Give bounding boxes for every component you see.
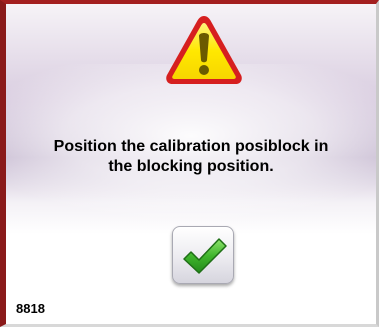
check-icon (183, 238, 227, 274)
confirm-button[interactable] (172, 226, 234, 284)
instruction-message: Position the calibration posiblock in th… (26, 137, 356, 177)
message-line-2: the blocking position. (108, 158, 274, 175)
calibration-dialog: Position the calibration posiblock in th… (0, 0, 379, 327)
warning-icon (163, 12, 245, 88)
message-line-1: Position the calibration posiblock in (53, 138, 329, 155)
error-code: 8818 (16, 301, 45, 316)
